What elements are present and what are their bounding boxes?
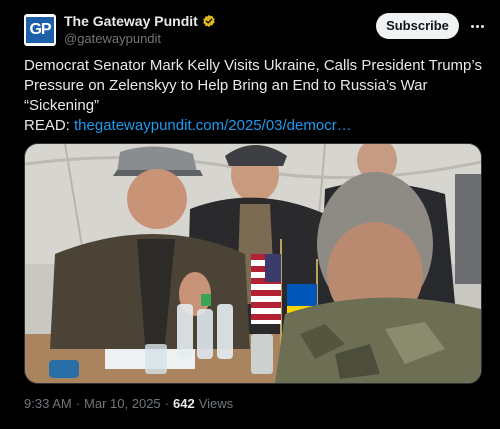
tweet-text: Democrat Senator Mark Kelly Visits Ukrai… xyxy=(24,57,482,114)
meta-separator-2: · xyxy=(164,396,169,411)
tweet-date[interactable]: Mar 10, 2025 xyxy=(84,396,161,411)
author-name[interactable]: The Gateway Pundit xyxy=(64,13,198,29)
avatar-logo-text: GP xyxy=(26,17,54,43)
article-link[interactable]: thegatewaypundit.com/2025/03/democr… xyxy=(74,117,352,134)
meta-separator: · xyxy=(75,396,81,411)
tweet-time[interactable]: 9:33 AM xyxy=(24,396,72,411)
tweet-meta: 9:33 AM · Mar 10, 2025 · 642 Views xyxy=(24,396,233,411)
verified-badge-icon xyxy=(203,14,215,28)
author-handle[interactable]: @gatewaypundit xyxy=(64,31,161,46)
tweet-card: GP The Gateway Pundit @gatewaypundit Sub… xyxy=(0,0,500,429)
read-prefix: READ: xyxy=(24,117,70,134)
subscribe-button[interactable]: Subscribe xyxy=(376,13,459,39)
read-line: READ: thegatewaypundit.com/2025/03/democ… xyxy=(24,116,352,136)
views-label: Views xyxy=(198,396,234,411)
tweet-photo[interactable] xyxy=(24,143,482,384)
views-count: 642 xyxy=(173,396,195,411)
author-name-row: The Gateway Pundit xyxy=(64,13,216,29)
meeting-photo-image xyxy=(25,144,481,383)
more-options-icon[interactable] xyxy=(466,16,488,36)
avatar[interactable]: GP xyxy=(24,14,56,46)
